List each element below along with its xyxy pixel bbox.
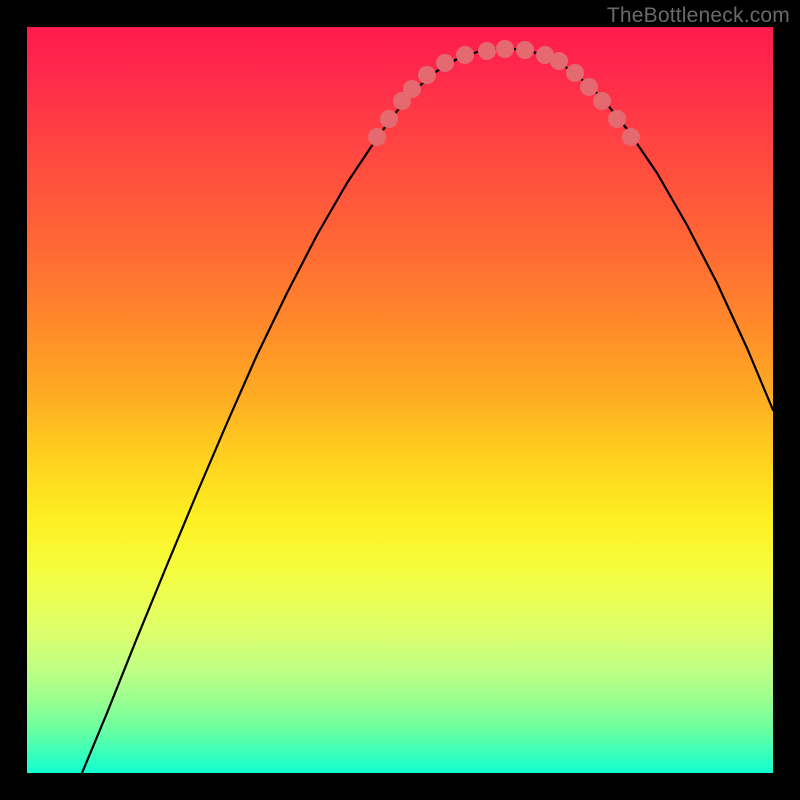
dot (456, 46, 474, 64)
dot (403, 80, 421, 98)
watermark-text: TheBottleneck.com (607, 4, 790, 28)
curve-svg (27, 27, 773, 773)
bottleneck-curve (82, 49, 773, 773)
dot (566, 64, 584, 82)
dot (516, 41, 534, 59)
dot (478, 42, 496, 60)
chart-stage: TheBottleneck.com (0, 0, 800, 800)
dot (368, 128, 386, 146)
highlight-dots (368, 40, 640, 146)
dot (418, 66, 436, 84)
dot (580, 78, 598, 96)
dot (550, 52, 568, 70)
dot (496, 40, 514, 58)
dot (380, 110, 398, 128)
plot-area (27, 27, 773, 773)
dot (608, 110, 626, 128)
dot (436, 54, 454, 72)
dot (593, 92, 611, 110)
dot (622, 128, 640, 146)
